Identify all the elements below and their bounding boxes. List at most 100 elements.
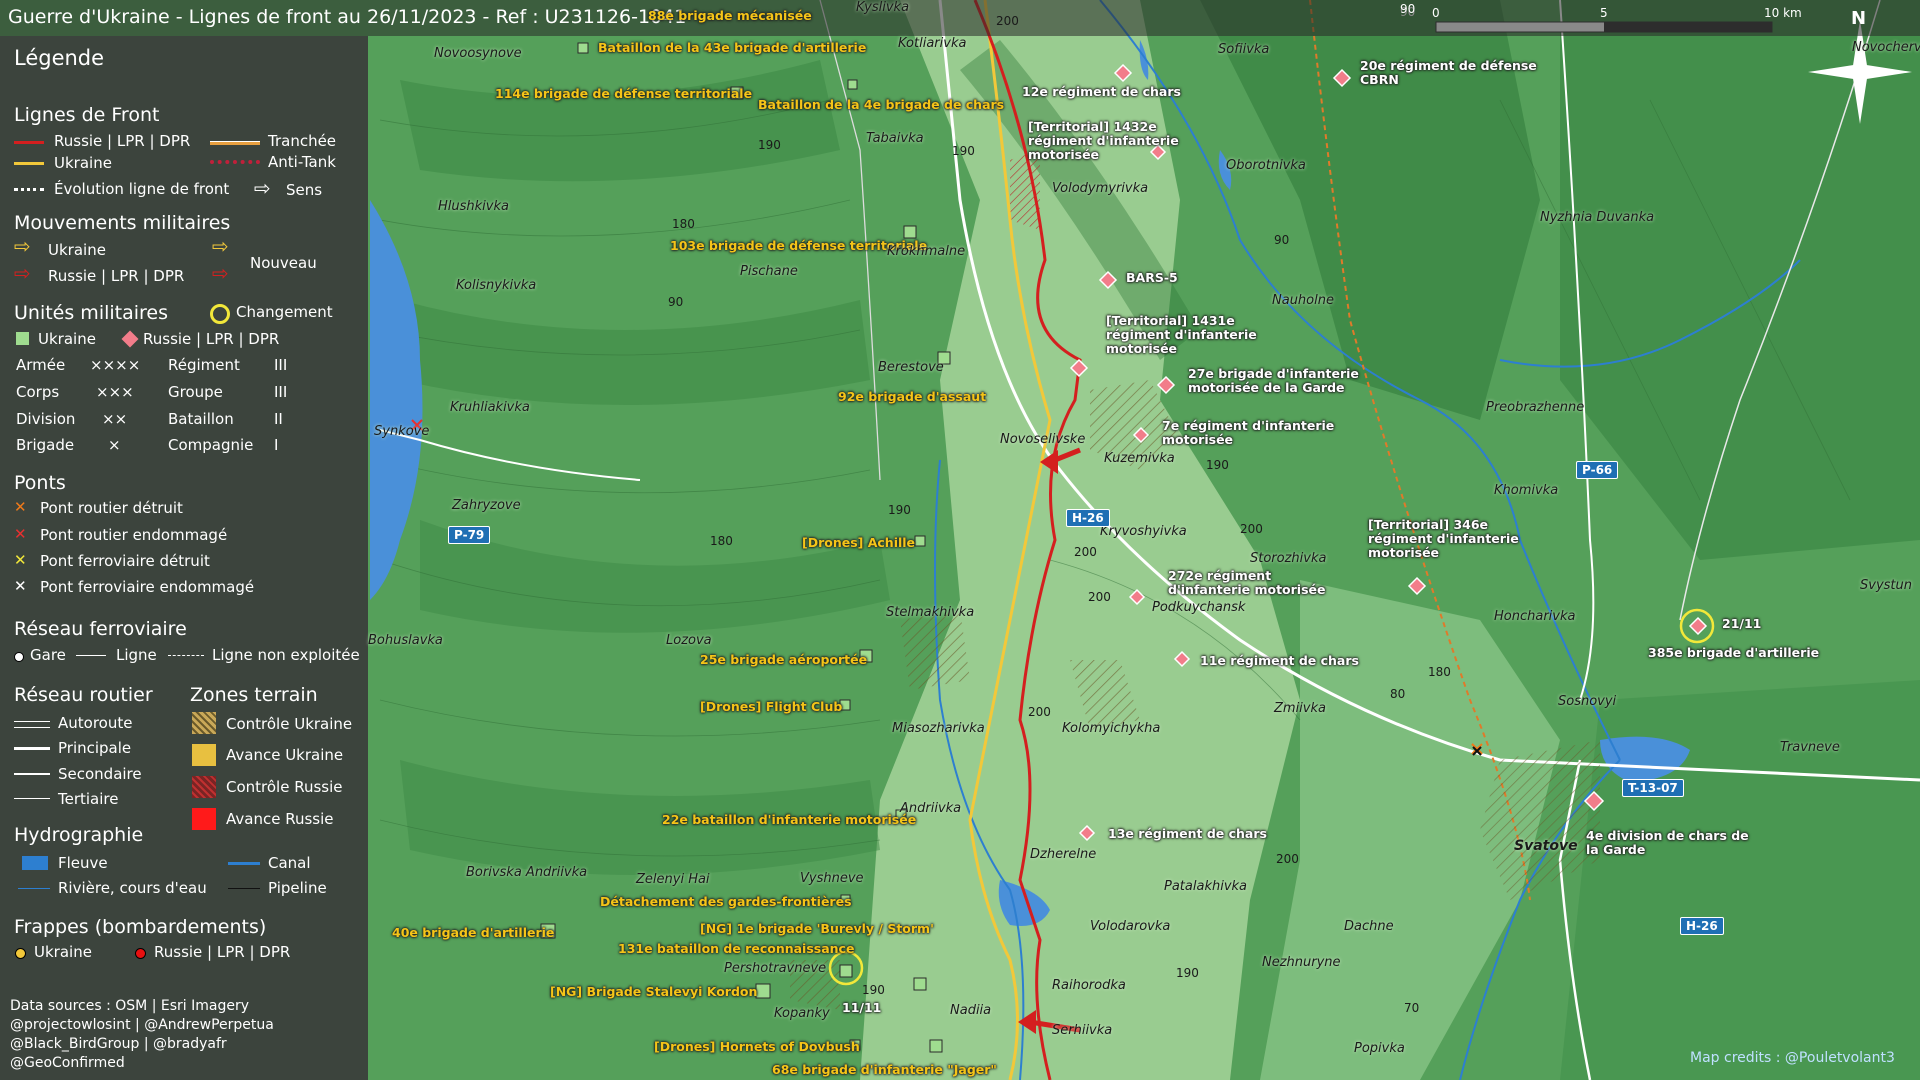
ukraine-unit-label[interactable]: 88e brigade mécanisée [648, 8, 812, 23]
elevation-label: 180 [1428, 665, 1451, 679]
direction-arrow-icon: ⇨ [254, 176, 271, 200]
place-label: Kryvoshyivka [1100, 524, 1187, 539]
evolution-line-swatch [14, 188, 44, 191]
place-label: Travneve [1780, 740, 1840, 755]
ukraine-strike-icon [15, 948, 26, 959]
scale-label-10km: 10 km [1764, 6, 1802, 20]
trench-swatch [210, 141, 260, 145]
hydro-stream-label: Rivière, cours d'eau [58, 879, 207, 897]
units-russia-label: Russie | LPR | DPR [143, 330, 280, 348]
source-line-3: @GeoConfirmed [10, 1055, 125, 1071]
place-label: Podkuychansk [1152, 600, 1246, 615]
russia-unit-label[interactable]: BARS-5 [1126, 270, 1178, 285]
ukraine-unit-label[interactable]: [Drones] Flight Club [700, 699, 842, 714]
ukraine-unit-label[interactable]: 131e bataillon de reconnaissance [618, 941, 854, 956]
road-bridge-destroyed-icon: ✕ [14, 498, 27, 516]
place-label: Kruhliakivka [450, 400, 530, 415]
front-heading: Lignes de Front [14, 104, 160, 126]
stream-swatch [18, 888, 50, 889]
ukraine-unit-label[interactable]: 92e brigade d'assaut [838, 389, 986, 404]
strikes-heading: Frappes (bombardements) [14, 916, 267, 938]
ukraine-unit-label[interactable]: Détachement des gardes-frontières [600, 894, 852, 909]
ukraine-unit-label[interactable]: [NG] 1e brigade 'Burevly / Storm' [700, 921, 934, 936]
place-label: Bohuslavka [368, 633, 443, 648]
russia-unit-label[interactable]: 12e régiment de chars [1022, 84, 1181, 99]
echelon-company-symbol: I [274, 436, 279, 454]
echelon-corps: Corps [16, 383, 60, 401]
road-badge: P-66 [1576, 461, 1619, 479]
russia-unit-label[interactable]: 20e régiment de défense CBRN [1360, 59, 1537, 87]
place-label: Hlushkivka [438, 199, 509, 214]
ukraine-unit-label[interactable]: 40e brigade d'artillerie [392, 925, 554, 940]
russia-unit-diamond-icon [121, 330, 139, 348]
place-label: Berestove [878, 360, 944, 375]
bridges-heading: Ponts [14, 472, 66, 494]
strikes-ukraine-label: Ukraine [34, 943, 92, 961]
place-label: Dzherelne [1030, 847, 1097, 862]
place-label: Synkove [374, 424, 430, 439]
place-label: Svystun [1860, 578, 1912, 593]
ukraine-unit-label[interactable]: 68e brigade d'infanterie "Jager" [772, 1062, 997, 1077]
echelon-division-symbol: ×× [102, 410, 128, 428]
ukraine-unit-label[interactable]: 114e brigade de défense territoriale [495, 86, 752, 101]
elevation-label: 200 [1276, 852, 1299, 866]
place-label: Nyzhnia Duvanka [1540, 210, 1655, 225]
front-direction-label: Sens [286, 181, 323, 199]
place-label: Patalakhivka [1164, 879, 1248, 894]
place-label: Kuzemivka [1104, 451, 1175, 466]
bridge-item-3: Pont ferroviaire endommagé [40, 578, 255, 596]
russia-unit-label[interactable]: [Territorial] 1432e régiment d'infanteri… [1028, 120, 1179, 161]
place-label: Volodymyrivka [1052, 181, 1149, 196]
ukraine-line-swatch [14, 162, 44, 165]
russia-unit-label[interactable]: 27e brigade d'infanterie motorisée de la… [1188, 367, 1359, 395]
echelon-army-symbol: ×××× [90, 356, 141, 374]
units-change-label: Changement [236, 303, 333, 321]
place-label: Miasozharivka [892, 721, 985, 736]
hydro-canal-label: Canal [268, 854, 311, 872]
movements-new-label: Nouveau [250, 254, 317, 272]
echelon-corps-symbol: ××× [96, 383, 134, 401]
road-badge: H-26 [1680, 917, 1724, 935]
elevation-label: 180 [672, 217, 695, 231]
new-russia-arrow-icon: ⇨ [212, 261, 229, 285]
ukraine-unit-square-icon [16, 332, 29, 345]
movements-russia-label: Russie | LPR | DPR [48, 267, 185, 285]
place-label: Honcharivka [1494, 609, 1576, 624]
movements-heading: Mouvements militaires [14, 212, 231, 234]
echelon-regiment-symbol: III [274, 356, 288, 374]
elevation-label: 200 [1028, 705, 1051, 719]
russia-unit-label[interactable]: 11e régiment de chars [1200, 653, 1359, 668]
russia-unit-label[interactable]: 4e division de chars de la Garde [1586, 829, 1749, 857]
ukraine-unit-label[interactable]: Bataillon de la 43e brigade d'artillerie [598, 40, 866, 55]
russia-unit-label[interactable]: 385e brigade d'artillerie [1648, 645, 1819, 660]
russia-unit-label[interactable]: 272e régiment d'infanterie motorisée [1168, 569, 1325, 597]
place-label: Novoosynove [434, 46, 522, 61]
place-label-city: Svatove [1514, 838, 1578, 854]
ukraine-unit-label[interactable]: [Drones] Achille [802, 535, 915, 550]
place-label: Kotliarivka [898, 36, 967, 51]
russia-unit-label[interactable]: 13e régiment de chars [1108, 826, 1267, 841]
change-date-label: 11/11 [842, 1000, 882, 1015]
zone-item-1: Avance Ukraine [226, 746, 344, 764]
place-label: Pischane [740, 264, 798, 279]
russia-unit-label[interactable]: [Territorial] 346e régiment d'infanterie… [1368, 518, 1519, 559]
place-label: Kolisnykivka [456, 278, 537, 293]
ukraine-unit-label[interactable]: [NG] Brigade Stalevyi Kordon [550, 984, 757, 999]
ukraine-control-swatch [192, 712, 216, 734]
elevation-label: 70 [1404, 1001, 1420, 1015]
ukraine-unit-label[interactable]: Bataillon de la 4e brigade de chars [758, 97, 1004, 112]
rail-line-label: Ligne [116, 646, 157, 664]
russia-unit-label[interactable]: 7e régiment d'infanterie motorisée [1162, 419, 1334, 447]
place-label: Sofiivka [1218, 42, 1270, 57]
ukraine-unit-label[interactable]: 22e bataillon d'infanterie motorisée [662, 812, 916, 827]
elevation-label: 80 [1390, 687, 1406, 701]
place-label: Nadiia [950, 1003, 992, 1018]
zone-item-2: Contrôle Russie [226, 778, 343, 796]
ukraine-unit-label[interactable]: 25e brigade aéroportée [700, 652, 867, 667]
echelon-division: Division [16, 410, 76, 428]
legend-title: Légende [14, 46, 105, 70]
russia-unit-label[interactable]: [Territorial] 1431e régiment d'infanteri… [1106, 314, 1257, 355]
scale-label-0: 0 [1432, 6, 1440, 20]
ukraine-unit-label[interactable]: [Drones] Hornets of Dovbush [654, 1039, 860, 1054]
rail-unused-label: Ligne non exploitée [212, 646, 360, 664]
